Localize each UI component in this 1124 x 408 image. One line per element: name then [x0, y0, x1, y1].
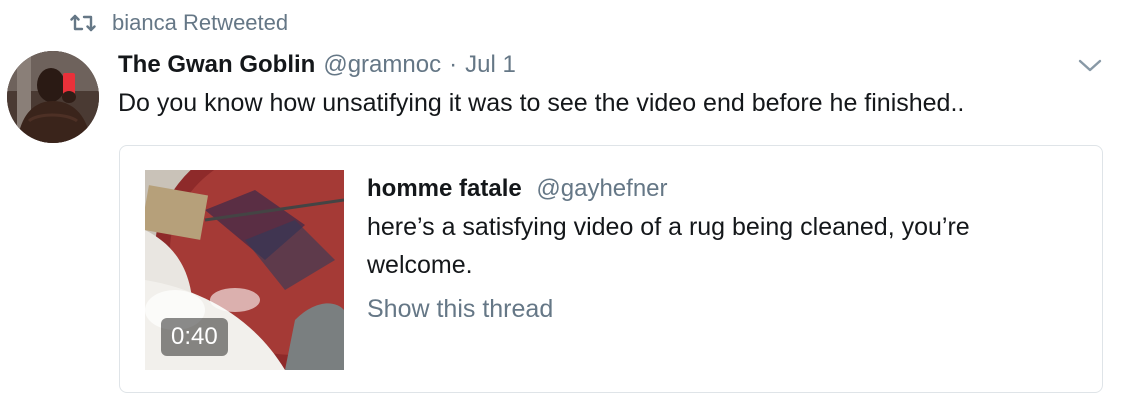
quoted-tweet-card[interactable]: 0:40 homme fatale @gayhefner here’s a sa… [119, 145, 1103, 393]
tweet-menu-button[interactable] [1076, 54, 1104, 82]
chevron-down-icon [1078, 59, 1102, 78]
quoted-tweet-body: homme fatale @gayhefner here’s a satisfy… [367, 172, 1067, 326]
retweet-icon [68, 8, 98, 38]
tweet-date[interactable]: Jul 1 [465, 51, 516, 79]
author-handle[interactable]: @gramnoc [323, 51, 441, 79]
retweet-context: bianca Retweeted [68, 8, 288, 38]
retweet-label[interactable]: bianca Retweeted [112, 10, 288, 36]
quoted-author-display-name: homme fatale [367, 175, 522, 202]
show-thread-link[interactable]: Show this thread [367, 292, 1067, 326]
video-thumbnail[interactable]: 0:40 [145, 170, 344, 370]
avatar[interactable] [7, 51, 99, 143]
separator-dot: · [449, 51, 458, 78]
tweet-text: Do you know how unsatifying it was to se… [118, 89, 965, 117]
video-duration-badge: 0:40 [161, 318, 228, 356]
tweet-header: The Gwan Goblin @gramnoc · Jul 1 [118, 48, 516, 82]
quoted-tweet-text: here’s a satisfying video of a rug being… [367, 213, 970, 279]
quoted-tweet-header: homme fatale @gayhefner [367, 172, 1067, 206]
quoted-author-handle: @gayhefner [536, 175, 668, 202]
author-display-name[interactable]: The Gwan Goblin [118, 51, 315, 79]
